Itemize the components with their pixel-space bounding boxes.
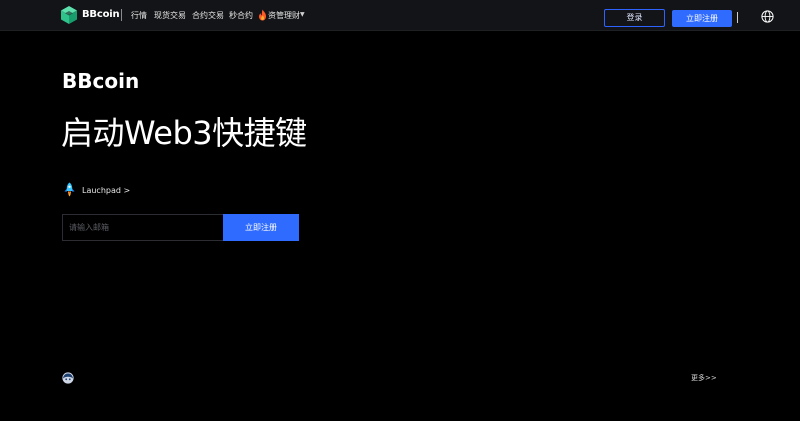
nav-link-asset-management[interactable]: 资管理财: [268, 10, 300, 21]
chevron-down-icon[interactable]: ▼: [300, 11, 305, 18]
top-navbar: BBcoin 行情 现货交易 合约交易 秒合约 资管理财 ▼ 登录 立即注册: [0, 0, 800, 31]
nav-divider-right: [737, 12, 738, 23]
brand-name[interactable]: BBcoin: [82, 9, 120, 20]
nav-link-contract-trading[interactable]: 合约交易: [192, 10, 224, 21]
more-link[interactable]: 更多>>: [691, 373, 717, 383]
nav-link-spot-trading[interactable]: 现货交易: [154, 10, 186, 21]
avatar-icon[interactable]: [62, 372, 74, 384]
nav-link-second-contract[interactable]: 秒合约: [229, 10, 253, 21]
nav-divider: [121, 9, 122, 21]
hero-register-button[interactable]: 立即注册: [223, 214, 299, 241]
hero-title: 启动Web3快捷键: [61, 114, 307, 152]
fire-icon: [259, 9, 266, 21]
cube-logo-icon[interactable]: [59, 5, 79, 25]
nav-register-button[interactable]: 立即注册: [672, 10, 732, 27]
globe-icon[interactable]: [761, 10, 774, 23]
email-input[interactable]: [62, 214, 223, 241]
nav-link-market[interactable]: 行情: [131, 10, 147, 21]
login-button[interactable]: 登录: [604, 9, 665, 27]
hero-brand: BBcoin: [62, 69, 140, 93]
rocket-icon: [64, 182, 75, 197]
launchpad-link[interactable]: Lauchpad >: [82, 186, 130, 195]
